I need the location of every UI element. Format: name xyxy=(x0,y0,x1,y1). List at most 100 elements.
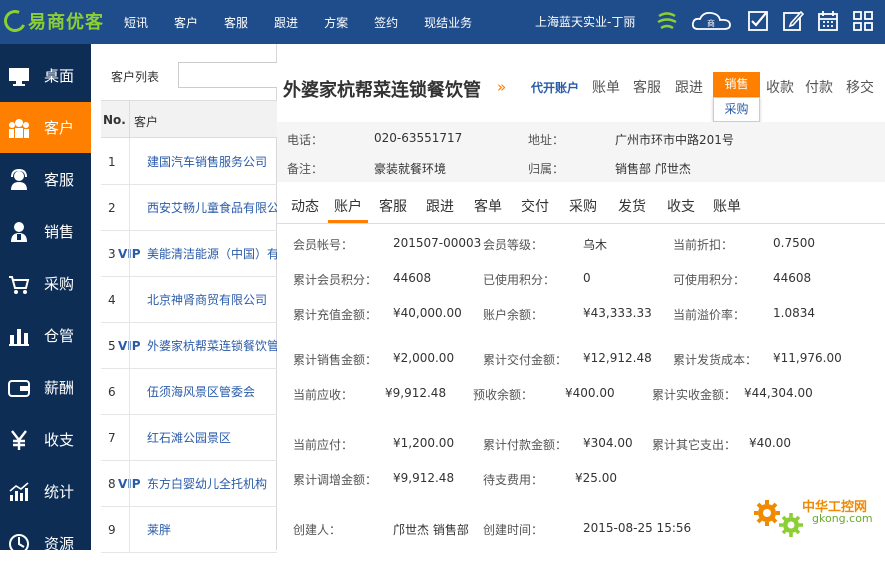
topnav-plans[interactable]: 方案 xyxy=(324,14,348,31)
company-user[interactable]: 上海蓝天实业-丁丽 xyxy=(535,0,635,44)
app-logo[interactable]: 易商优客 xyxy=(0,6,104,36)
customer-name-link[interactable]: 建国汽车销售服务公司 xyxy=(147,139,277,185)
row-number: 9 xyxy=(108,523,116,537)
desktop-icon xyxy=(8,65,30,87)
sidebar-item-desktop[interactable]: 桌面 xyxy=(0,50,91,101)
table-row[interactable]: 8VIP东方白婴幼儿全托机构 xyxy=(101,461,277,507)
customer-title: 外婆家杭帮菜连锁餐饮管 xyxy=(283,80,481,101)
svg-text:商: 商 xyxy=(707,18,715,28)
row-number: 4 xyxy=(108,293,116,307)
sidebar-item-sales[interactable]: 销售 xyxy=(0,206,91,257)
column-header-no[interactable]: No. xyxy=(103,113,126,127)
topnav-messages[interactable]: 短讯 xyxy=(124,14,148,31)
subtab-orders[interactable]: 客单 xyxy=(474,196,502,216)
tab-transfer[interactable]: 移交 xyxy=(846,77,874,97)
subtab-activity[interactable]: 动态 xyxy=(291,196,319,216)
customer-name-link[interactable]: 莱胖 xyxy=(147,507,277,553)
topnav-cash-business[interactable]: 现结业务 xyxy=(424,14,472,31)
premium-rate-value: 1.0834 xyxy=(773,306,815,320)
cloud-icon[interactable]: 商 xyxy=(690,8,734,34)
customer-name-link[interactable]: 伍须海风景区管委会 xyxy=(147,369,277,415)
total-delivered-label: 累计交付金额： xyxy=(483,353,568,367)
sidebar-item-stats[interactable]: 统计 xyxy=(0,466,91,517)
payable-value: ¥1,200.00 xyxy=(393,436,455,450)
customer-name-link[interactable]: 外婆家杭帮菜连锁餐饮管理 xyxy=(147,323,277,369)
prepaid-balance-value: ¥400.00 xyxy=(565,386,615,400)
sub-tab-bar: 动态 账户 客服 跟进 客单 交付 采购 发货 收支 账单 xyxy=(277,186,885,224)
topnav-service[interactable]: 客服 xyxy=(224,14,248,31)
row-divider xyxy=(129,461,130,507)
customer-name-link[interactable]: 东方白婴幼儿全托机构 xyxy=(147,461,277,507)
total-sales-value: ¥2,000.00 xyxy=(393,351,455,365)
tab-service[interactable]: 客服 xyxy=(633,77,661,97)
apps-grid-icon[interactable] xyxy=(850,8,876,34)
top-bar: 易商优客 短讯 客户 客服 跟进 方案 签约 现结业务 上海蓝天实业-丁丽 商 xyxy=(0,0,885,44)
sidebar-item-resources[interactable]: 资源 xyxy=(0,518,91,569)
receivable-label: 当前应收： xyxy=(293,388,354,402)
calendar-icon[interactable] xyxy=(815,8,841,34)
subtab-finance[interactable]: 收支 xyxy=(667,196,695,216)
subtab-bills[interactable]: 账单 xyxy=(713,196,741,216)
sidebar-item-warehouse[interactable]: 仓管 xyxy=(0,310,91,361)
total-delivered-value: ¥12,912.48 xyxy=(583,351,652,365)
double-chevron-icon[interactable]: » xyxy=(497,78,506,96)
subtab-shipping[interactable]: 发货 xyxy=(618,196,646,216)
sidebar-item-service[interactable]: 客服 xyxy=(0,154,91,205)
tab-receipts[interactable]: 收款 xyxy=(766,77,794,97)
topnav-contracts[interactable]: 签约 xyxy=(374,14,398,31)
subtab-followup[interactable]: 跟进 xyxy=(426,196,454,216)
subtab-account[interactable]: 账户 xyxy=(334,196,362,216)
prepaid-balance-label: 预收余额： xyxy=(473,388,534,402)
table-row[interactable]: 5VIP外婆家杭帮菜连锁餐饮管理 xyxy=(101,323,277,369)
table-row[interactable]: 2 西安艾畅儿童食品有限公司 xyxy=(101,185,277,231)
table-row[interactable]: 3VIP美能清洁能源（中国）有限公司 xyxy=(101,231,277,277)
subtab-delivery[interactable]: 交付 xyxy=(521,196,549,216)
row-number: 1 xyxy=(108,155,116,169)
tab-payments[interactable]: 付款 xyxy=(805,77,833,97)
tab-bills[interactable]: 账单 xyxy=(592,77,620,97)
shipping-cost-value: ¥11,976.00 xyxy=(773,351,842,365)
tab-followup[interactable]: 跟进 xyxy=(675,77,703,97)
sidebar-item-payroll[interactable]: 薪酬 xyxy=(0,362,91,413)
row-divider xyxy=(129,185,130,231)
customer-name-link[interactable]: 美能清洁能源（中国）有限公司 xyxy=(147,231,277,277)
table-row[interactable]: 7 红石滩公园景区 xyxy=(101,415,277,461)
table-row[interactable]: 9 莱胖 xyxy=(101,507,277,553)
sidebar-item-label: 桌面 xyxy=(44,67,75,85)
brand-icon[interactable] xyxy=(654,8,680,34)
dropdown-item-purchase[interactable]: 采购 xyxy=(713,97,760,122)
customer-detail-panel: 外婆家杭帮菜连锁餐饮管 » 代开账户 账单 客服 跟进 销售 采购 收款 付款 … xyxy=(277,44,885,550)
edit-icon[interactable] xyxy=(780,8,806,34)
total-paid-value: ¥304.00 xyxy=(583,436,633,450)
sidebar-item-customers[interactable]: 客户 xyxy=(0,102,91,153)
open-account-link[interactable]: 代开账户 xyxy=(531,79,579,96)
customer-info-box: 电话： 020-63551717 地址： 广州市环市中路201号 备注： 豪装就… xyxy=(277,122,885,182)
customer-name-link[interactable]: 红石滩公园景区 xyxy=(147,415,277,461)
other-expense-label: 累计其它支出： xyxy=(652,438,737,452)
topnav-customers[interactable]: 客户 xyxy=(174,14,198,31)
sidebar-item-finance[interactable]: 收支 xyxy=(0,414,91,465)
table-row[interactable]: 1 建国汽车销售服务公司 xyxy=(101,139,277,185)
subtab-purchase[interactable]: 采购 xyxy=(569,196,597,216)
phone-value: 020-63551717 xyxy=(374,131,463,145)
tab-sales[interactable]: 销售 xyxy=(713,72,760,97)
sidebar-item-label: 统计 xyxy=(44,483,75,501)
note-label: 备注： xyxy=(287,162,324,176)
yen-icon xyxy=(8,429,30,451)
customer-name-link[interactable]: 北京神肾商贸有限公司 xyxy=(147,277,277,323)
account-balance-value: ¥43,333.33 xyxy=(583,306,652,320)
sidebar-item-label: 收支 xyxy=(44,431,75,449)
sidebar-item-purchase[interactable]: 采购 xyxy=(0,258,91,309)
customer-name-link[interactable]: 西安艾畅儿童食品有限公司 xyxy=(147,185,277,231)
note-value: 豪装就餐环境 xyxy=(374,162,447,176)
shipping-cost-label: 累计发货成本： xyxy=(673,353,758,367)
warehouse-icon xyxy=(8,325,30,347)
table-row[interactable]: 4 北京神肾商贸有限公司 xyxy=(101,277,277,323)
subtab-service[interactable]: 客服 xyxy=(379,196,407,216)
active-tab-indicator xyxy=(328,220,368,223)
table-row[interactable]: 6 伍须海风景区管委会 xyxy=(101,369,277,415)
topnav-followup[interactable]: 跟进 xyxy=(274,14,298,31)
check-icon[interactable] xyxy=(745,8,771,34)
column-header-customer[interactable]: 客户 xyxy=(134,113,158,130)
customer-search-input[interactable] xyxy=(178,62,288,88)
